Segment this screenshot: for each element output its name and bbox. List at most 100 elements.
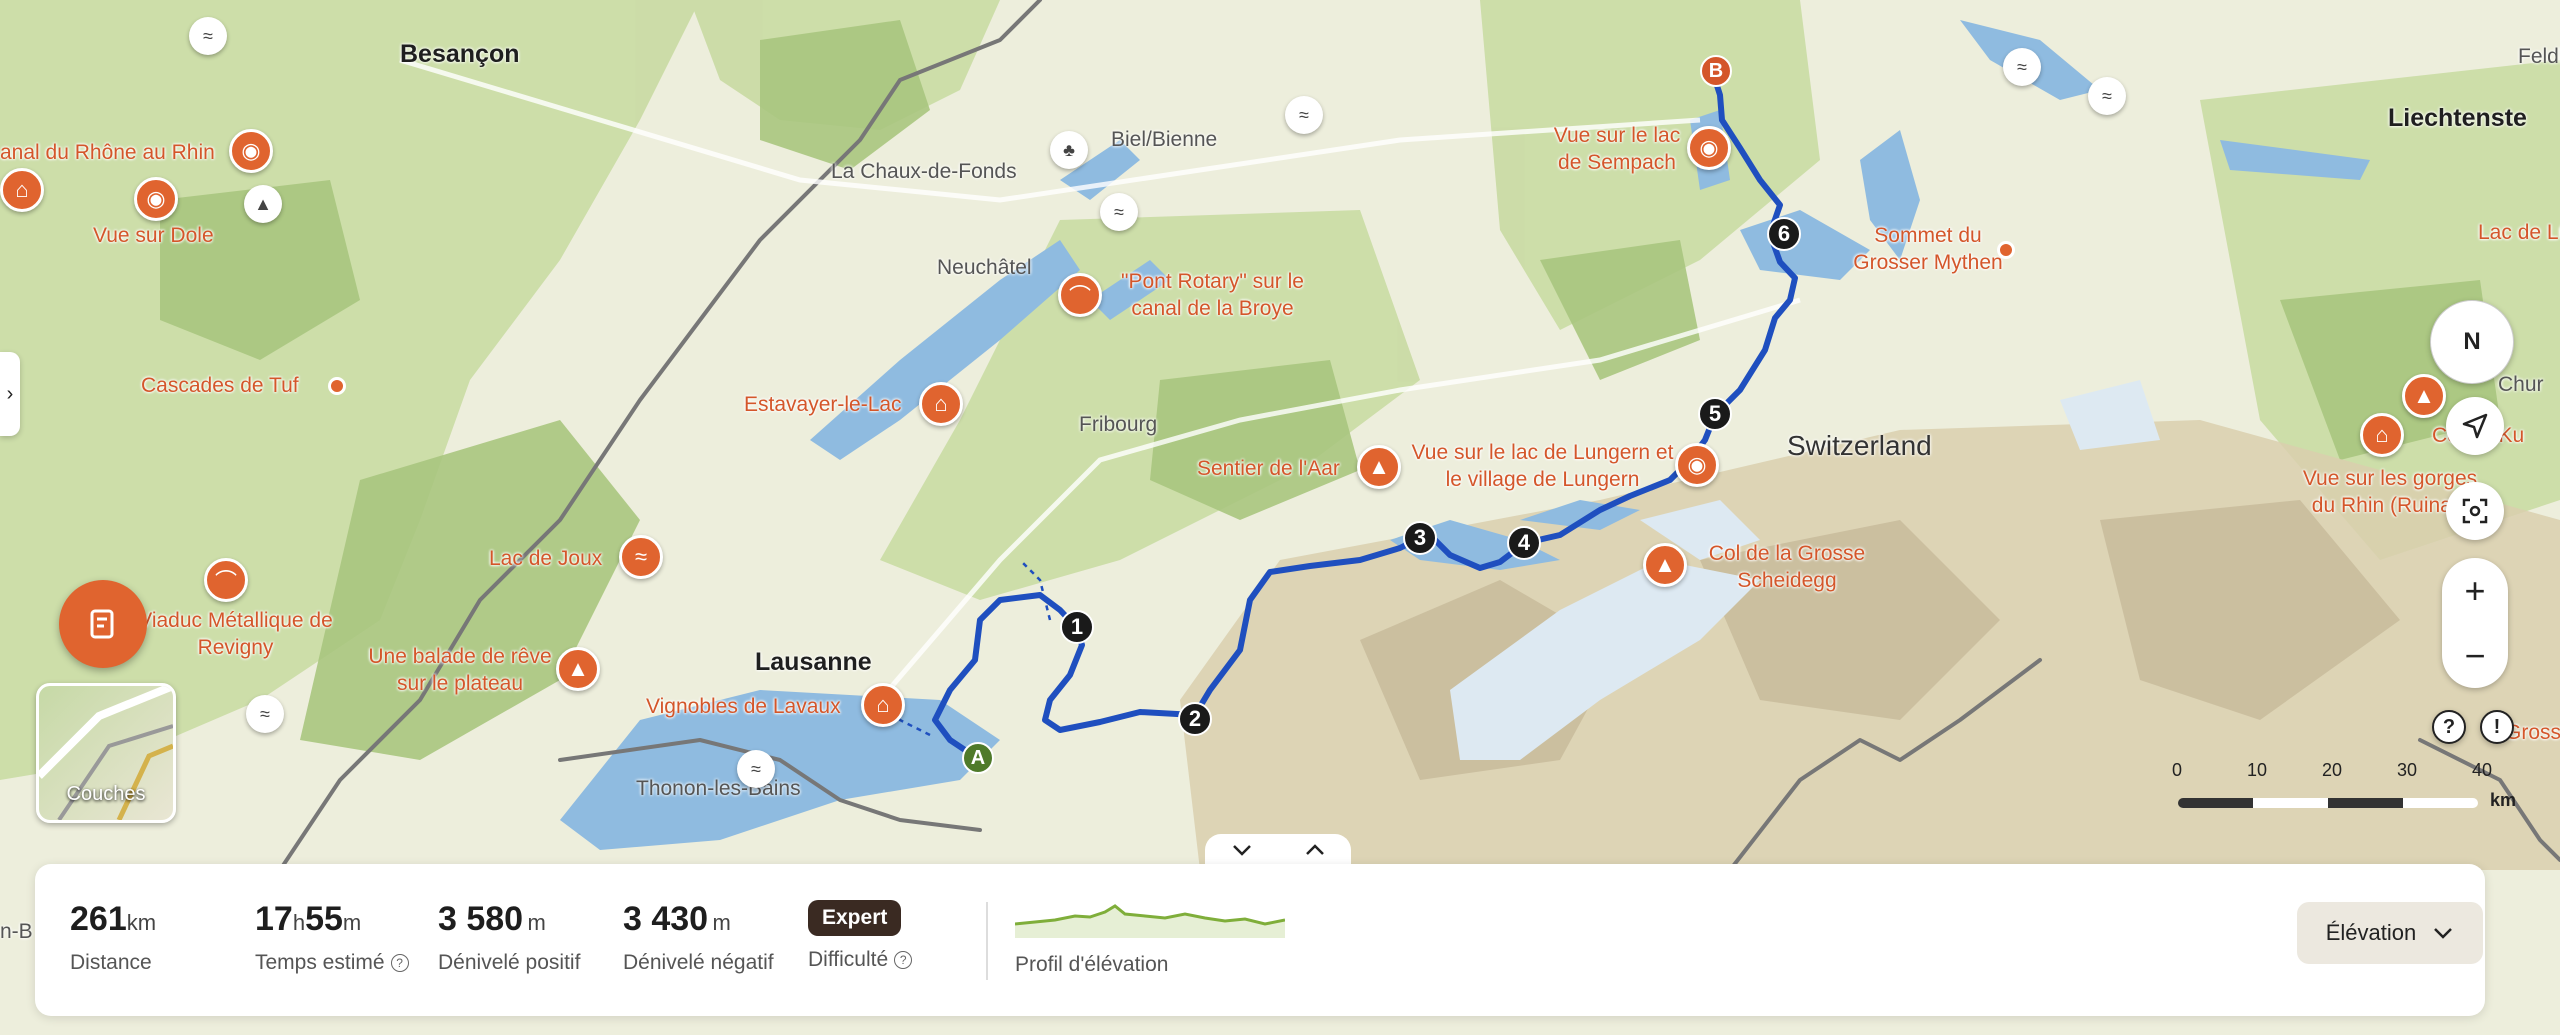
mountain-icon[interactable]: ▲ bbox=[2402, 374, 2446, 418]
expand-panel-button[interactable] bbox=[1278, 834, 1351, 866]
time-label: Temps estimé bbox=[255, 951, 385, 974]
town-label: n-B bbox=[0, 920, 33, 943]
stage-marker[interactable]: 5 bbox=[1698, 397, 1732, 431]
saved-routes-button[interactable] bbox=[59, 580, 147, 668]
poi-dot-icon[interactable] bbox=[328, 377, 346, 395]
locate-button[interactable] bbox=[2446, 397, 2504, 455]
chevron-down-icon bbox=[1232, 845, 1251, 856]
help-icon[interactable]: ? bbox=[894, 951, 913, 969]
city-label: Besançon bbox=[400, 40, 520, 68]
lake-icon[interactable]: ≈ bbox=[1285, 96, 1323, 134]
layers-button[interactable]: Couches bbox=[36, 683, 176, 823]
scale-unit: km bbox=[2490, 790, 2517, 810]
time-hours-unit: h bbox=[292, 910, 306, 935]
poi-label: Estavayer-le-Lac bbox=[744, 393, 902, 416]
collapse-panel-button[interactable] bbox=[1205, 834, 1278, 866]
difficulty-label: Difficulté bbox=[808, 948, 889, 971]
viewpoint-icon[interactable]: ◉ bbox=[229, 129, 273, 173]
route-list-icon bbox=[90, 609, 114, 639]
poi-label: Vue sur le lac de Sempach bbox=[1553, 124, 1681, 174]
poi-label: anal du Rhône au Rhin bbox=[0, 141, 215, 164]
museum-icon[interactable]: ⌂ bbox=[0, 168, 44, 212]
lake-icon[interactable]: ≈ bbox=[737, 750, 775, 788]
town-label: Fribourg bbox=[1079, 413, 1158, 436]
lake-icon[interactable]: ≈ bbox=[1100, 193, 1138, 231]
town-label: Thonon-les-Bains bbox=[636, 777, 801, 800]
panel-divider bbox=[986, 902, 988, 980]
difficulty-stat: Expert Difficulté? bbox=[808, 900, 913, 972]
zoom-in-button[interactable]: + bbox=[2442, 558, 2508, 623]
poi-label: Viaduc Métallique de Revigny bbox=[138, 609, 333, 659]
viewpoint-icon[interactable]: ◉ bbox=[134, 177, 178, 221]
bridge-icon[interactable]: ⌒ bbox=[204, 558, 248, 602]
side-panel-toggle[interactable]: › bbox=[0, 352, 20, 436]
ascent-stat: 3 580 m Dénivelé positif bbox=[438, 900, 580, 975]
ascent-label: Dénivelé positif bbox=[438, 951, 581, 974]
fit-route-button[interactable] bbox=[2446, 482, 2504, 540]
lake-icon[interactable]: ≈ bbox=[189, 17, 227, 55]
poi-label: Lac de Lüner bbox=[2478, 221, 2560, 244]
hiking-icon[interactable]: ▲ bbox=[556, 647, 600, 691]
mountain-icon[interactable]: ▲ bbox=[1643, 543, 1687, 587]
town-label: La Chaux-de-Fonds bbox=[831, 160, 1017, 183]
elevation-dropdown-label: Élévation bbox=[2325, 920, 2417, 945]
time-stat: 17h55m Temps estimé? bbox=[255, 900, 409, 975]
lake-icon[interactable]: ≈ bbox=[2088, 77, 2126, 115]
route-start-marker[interactable]: A bbox=[962, 742, 994, 774]
bird-icon[interactable]: ♣ bbox=[1050, 131, 1088, 169]
compass-north-label: N bbox=[2463, 328, 2481, 355]
descent-label: Dénivelé négatif bbox=[623, 951, 774, 974]
lake-icon[interactable]: ≈ bbox=[246, 695, 284, 733]
poi-label: "Pont Rotary" sur le canal de la Broye bbox=[1121, 270, 1304, 320]
elevation-profile[interactable]: Profil d'élévation bbox=[1014, 894, 1286, 977]
poi-label: Vue sur Dole bbox=[93, 224, 214, 247]
museum-icon[interactable]: ⌂ bbox=[861, 683, 905, 727]
stage-marker[interactable]: 6 bbox=[1767, 217, 1801, 251]
descent-stat: 3 430 m Dénivelé négatif bbox=[623, 900, 774, 975]
poi-label: Lac de Joux bbox=[489, 547, 603, 570]
route-end-marker[interactable]: B bbox=[1700, 55, 1732, 87]
ascent-unit: m bbox=[527, 910, 546, 935]
scale-tick: 10 bbox=[2247, 760, 2268, 780]
zoom-control: + − bbox=[2442, 558, 2508, 688]
distance-label: Distance bbox=[70, 951, 152, 974]
panel-toggle-group bbox=[1205, 834, 1351, 866]
viewpoint-icon[interactable]: ◉ bbox=[1675, 443, 1719, 487]
bridge-icon[interactable]: ⌒ bbox=[1058, 273, 1102, 317]
scale-segments bbox=[2178, 798, 2478, 808]
time-hours: 17 bbox=[255, 900, 293, 938]
stage-marker[interactable]: 2 bbox=[1178, 702, 1212, 736]
help-icon[interactable]: ? bbox=[2432, 710, 2466, 744]
lake-icon[interactable]: ≈ bbox=[619, 535, 663, 579]
poi-label: Col de la Grosse Scheidegg bbox=[1708, 542, 1866, 592]
report-icon[interactable]: ! bbox=[2480, 710, 2514, 744]
help-icon[interactable]: ? bbox=[390, 954, 409, 972]
tree-icon[interactable]: ▲ bbox=[244, 185, 282, 223]
museum-icon[interactable]: ⌂ bbox=[2360, 413, 2404, 457]
poi-label: Cascades de Tuf bbox=[141, 374, 299, 397]
zoom-out-button[interactable]: − bbox=[2442, 623, 2508, 688]
chevron-down-icon bbox=[2434, 928, 2453, 939]
time-minutes: 55 bbox=[305, 900, 343, 938]
poi-label: Sommet du Grosser Mythen bbox=[1853, 224, 2003, 274]
poi-dot-icon[interactable] bbox=[1997, 241, 2015, 259]
descent-unit: m bbox=[712, 910, 731, 935]
elevation-dropdown[interactable]: Élévation bbox=[2297, 902, 2483, 964]
hiking-icon[interactable]: ▲ bbox=[1357, 445, 1401, 489]
elevation-profile-sparkline bbox=[1014, 904, 1286, 938]
lake-icon[interactable]: ≈ bbox=[2003, 48, 2041, 86]
chevron-up-icon bbox=[1305, 844, 1324, 855]
stage-marker[interactable]: 4 bbox=[1507, 526, 1541, 560]
scale-tick: 0 bbox=[2172, 760, 2183, 780]
descent-value: 3 430 bbox=[623, 900, 709, 938]
stage-marker[interactable]: 3 bbox=[1403, 521, 1437, 555]
viewpoint-icon[interactable]: ◉ bbox=[1687, 126, 1731, 170]
museum-icon[interactable]: ⌂ bbox=[919, 382, 963, 426]
stage-marker[interactable]: 1 bbox=[1060, 610, 1094, 644]
town-label: Chur bbox=[2498, 373, 2544, 396]
poi-label: Une balade de rêve sur le plateau bbox=[368, 645, 552, 695]
city-label: Lausanne bbox=[755, 648, 872, 676]
poi-label: Vue sur le lac de Lungern et le village … bbox=[1411, 441, 1674, 491]
compass-button[interactable]: N bbox=[2430, 300, 2514, 384]
layers-label: Couches bbox=[66, 783, 146, 805]
